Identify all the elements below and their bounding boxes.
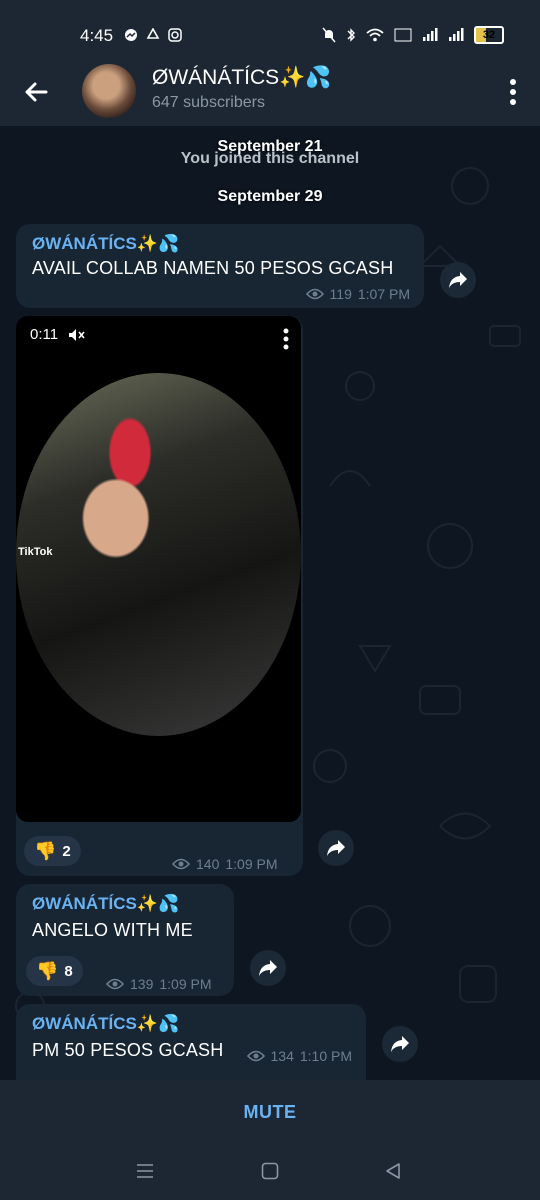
status-bar: 4:45 32	[0, 0, 540, 60]
message-meta: 119 1:07 PM	[305, 286, 410, 302]
channel-avatar[interactable]	[82, 64, 136, 118]
wifi-icon	[366, 28, 384, 42]
views-eye-icon	[172, 858, 190, 870]
view-count: 140	[196, 856, 220, 872]
back-nav-icon[interactable]	[384, 1162, 402, 1180]
forward-arrow-icon	[327, 840, 345, 856]
message-sender[interactable]: ØWÁNÁTÍCS✨💦	[32, 1014, 179, 1034]
message-bubble[interactable]: ØWÁNÁTÍCS✨💦 PM 50 PESOS GCASH 134 1:10 P…	[16, 1004, 366, 1080]
video-duration: 0:11	[30, 326, 59, 343]
message-time: 1:10 PM	[299, 1048, 352, 1064]
reaction-count: 8	[64, 962, 73, 980]
subscriber-count: 647 subscribers	[152, 94, 265, 111]
forward-arrow-icon	[391, 1036, 409, 1052]
video-player[interactable]: 0:11 TikTok	[16, 316, 301, 822]
message-sender[interactable]: ØWÁNÁTÍCS✨💦	[32, 234, 179, 254]
reaction-chip[interactable]: 👎 2	[24, 836, 81, 866]
recents-icon[interactable]	[136, 1162, 154, 1180]
more-options-icon[interactable]	[508, 78, 518, 106]
message-bubble[interactable]: ØWÁNÁTÍCS✨💦 AVAIL COLLAB NAMEN 50 PESOS …	[16, 224, 424, 308]
view-count: 134	[270, 1048, 294, 1064]
back-arrow-icon[interactable]	[20, 76, 52, 108]
mute-button[interactable]: MUTE	[0, 1102, 540, 1123]
view-count: 119	[329, 286, 352, 302]
views-eye-icon	[246, 1050, 265, 1062]
status-right-icons: 32	[322, 26, 504, 44]
message-text: AVAIL COLLAB NAMEN 50 PESOS GCASH	[32, 258, 394, 278]
muted-speaker-icon[interactable]	[68, 328, 86, 342]
thumbs-down-icon: 👎	[34, 840, 57, 861]
chat-area[interactable]: September 21 You joined this channel Sep…	[0, 126, 540, 1080]
messenger-icon	[125, 29, 137, 41]
video-thumbnail[interactable]	[16, 373, 301, 736]
channel-title[interactable]: ØWÁNÁTÍCS✨💦	[152, 66, 331, 90]
volte-icon	[394, 28, 412, 42]
forward-arrow-icon	[449, 272, 467, 288]
forward-button[interactable]	[440, 262, 476, 298]
reaction-chip[interactable]: 👎 8	[26, 956, 83, 986]
forward-button[interactable]	[250, 950, 286, 986]
sync-icon	[146, 28, 160, 39]
battery-icon: 32	[474, 26, 504, 44]
service-message: You joined this channel	[180, 150, 360, 167]
status-left-icons	[124, 28, 182, 42]
channel-header: ØWÁNÁTÍCS✨💦 647 subscribers	[0, 60, 540, 126]
forward-button[interactable]	[382, 1026, 418, 1062]
home-icon[interactable]	[261, 1162, 279, 1180]
mute-bar: MUTE	[0, 1080, 540, 1144]
message-meta: 140 1:09 PM	[172, 856, 278, 872]
signal-icon	[423, 28, 438, 41]
forward-arrow-icon	[259, 960, 277, 976]
video-more-icon[interactable]	[283, 328, 289, 350]
message-text: PM 50 PESOS GCASH	[32, 1040, 224, 1060]
bluetooth-icon	[347, 28, 355, 42]
message-text: ANGELO WITH ME	[32, 920, 193, 940]
battery-level: 32	[482, 29, 496, 41]
message-meta: 134 1:10 PM	[246, 1048, 352, 1064]
views-eye-icon	[106, 978, 124, 990]
views-eye-icon	[305, 288, 324, 300]
date-separator: September 29	[217, 188, 323, 205]
bell-off-icon	[322, 27, 336, 43]
thumbs-down-icon: 👎	[36, 960, 59, 981]
tiktok-watermark: TikTok	[18, 546, 53, 558]
message-time: 1:09 PM	[225, 856, 278, 872]
instagram-icon	[168, 28, 182, 42]
message-time: 1:07 PM	[357, 286, 410, 302]
system-nav-bar	[0, 1144, 540, 1200]
message-meta: 139 1:09 PM	[106, 976, 212, 992]
forward-button[interactable]	[318, 830, 354, 866]
status-time: 4:45	[80, 26, 114, 45]
message-sender[interactable]: ØWÁNÁTÍCS✨💦	[32, 894, 179, 914]
message-time: 1:09 PM	[159, 976, 212, 992]
reaction-count: 2	[62, 842, 71, 860]
signal-icon	[449, 28, 464, 41]
view-count: 139	[130, 976, 154, 992]
